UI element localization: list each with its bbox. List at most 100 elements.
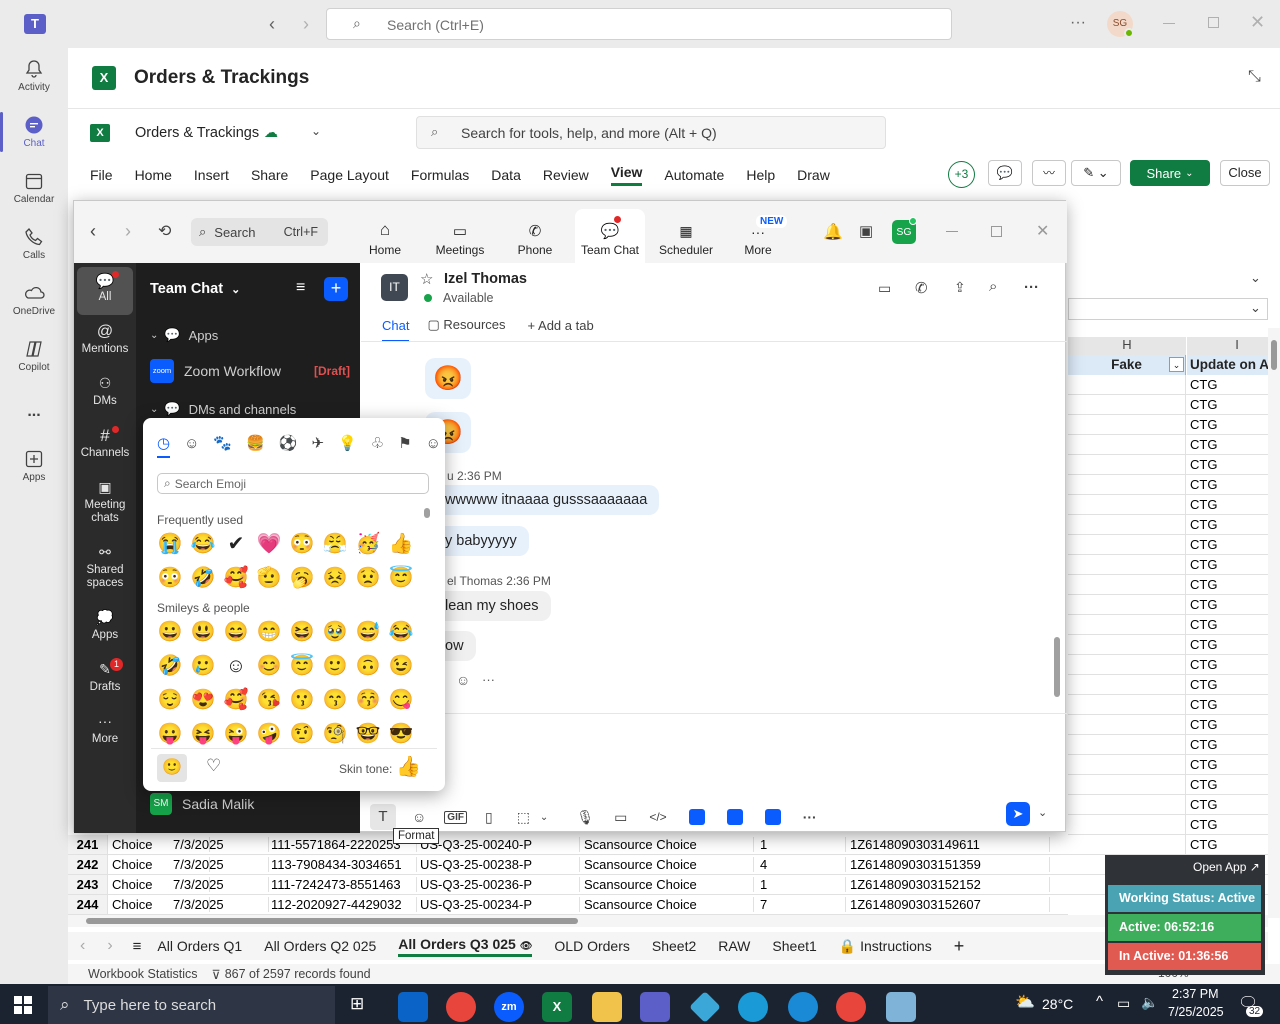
tab-home[interactable]: ⌂ Home [357,209,413,263]
share-screen-icon[interactable]: ⇪ [954,279,966,296]
emoji-item[interactable]: ✔ [223,531,249,557]
table-cell[interactable]: CTG [1068,375,1268,395]
rail-activity[interactable]: Activity [0,48,68,104]
teams-search-box[interactable]: ⌕ Search (Ctrl+E) [326,8,952,40]
emoji-item[interactable]: 😳 [289,531,315,557]
emoji-item[interactable]: 😣 [322,565,348,591]
star-icon[interactable]: ☆ [420,270,433,288]
close-button[interactable]: Close [1220,160,1270,186]
app-icon[interactable] [738,992,768,1022]
tab-scheduler[interactable]: ▦ Scheduler [653,209,719,263]
table-cell[interactable]: CTG [1068,655,1268,675]
emoji-item[interactable]: 🙂 [322,653,348,679]
sheet-tab-active[interactable]: All Orders Q3 025 👁 [398,936,533,957]
travel-category-icon[interactable]: ✈ [311,434,324,458]
table-row[interactable]: 244 Choice 7/3/2025 112-2020927-4429032 US-Q… [68,895,1068,915]
back-icon[interactable]: ‹ [90,221,96,242]
clock-date[interactable]: 7/25/2025 [1168,1005,1224,1019]
rail-calendar[interactable]: Calendar [0,160,68,216]
symbols-category-icon[interactable]: ♧ [371,434,384,458]
list-item[interactable]: zoom Zoom Workflow [Draft] [150,359,350,383]
screenshot-icon[interactable]: ⬚ [517,809,530,826]
video-message-icon[interactable]: ▭ [614,809,627,826]
emoji-item[interactable]: 😋 [388,687,414,713]
emoji-item[interactable]: 😭 [157,531,183,557]
sport-category-icon[interactable]: ⚽ [279,434,298,458]
table-cell[interactable]: 7 [760,897,846,912]
row-number[interactable]: 244 [68,895,108,914]
sheet-tab[interactable]: 🔒 Instructions [839,938,932,955]
forward-icon[interactable]: › [125,221,131,242]
animal-category-icon[interactable]: 🐾 [213,434,232,458]
custom-category-icon[interactable]: ☺ [426,435,441,458]
table-cell[interactable]: CTG [1068,455,1268,475]
tab-add[interactable]: + Add a tab [528,318,594,342]
file-name[interactable]: Orders & Trackings [135,125,259,141]
docs-icon[interactable] [688,809,705,825]
menu-home[interactable]: Home [135,167,172,183]
chat-name[interactable]: Izel Thomas [444,271,527,287]
table-cell[interactable]: CTG [1068,735,1268,755]
list-item[interactable]: SM Sadia Malik [150,793,254,815]
weather-temp[interactable]: 28°C [1042,996,1073,1012]
menu-page-layout[interactable]: Page Layout [310,167,389,183]
table-cell[interactable]: CTG [1068,575,1268,595]
emoji-item[interactable]: 😁 [256,619,282,645]
gif-icon[interactable]: GIF [444,810,467,824]
table-cell[interactable]: 1Z6148090303151359 [850,857,1050,872]
catch-up-button[interactable]: 〰 [1032,160,1066,186]
table-cell[interactable]: 112-2020927-4429032 [271,897,417,912]
more-options-icon[interactable]: ··· [1024,279,1039,296]
menu-share[interactable]: Share [251,167,288,183]
tab-meetings[interactable]: ▭ Meetings [430,209,490,263]
open-app-link[interactable]: Open App ↗ [1193,860,1260,874]
table-row[interactable]: 242 Choice 7/3/2025 113-7908434-3034651 US-Q… [68,855,1068,875]
menu-file[interactable]: File [90,167,113,183]
list-title[interactable]: Team Chat ⌄ [150,281,240,297]
table-cell[interactable]: CTG [1068,695,1268,715]
share-button[interactable]: Share ⌄ [1130,160,1210,186]
emoji-item[interactable]: 🥱 [289,565,315,591]
chat-avatar[interactable]: IT [381,274,408,301]
table-cell[interactable]: 1Z6148090303152607 [850,897,1050,912]
rail-onedrive[interactable]: OneDrive [0,272,68,328]
emoji-item[interactable]: 🥳 [355,531,381,557]
heart-icon[interactable]: ♡ [206,756,221,776]
tray-chevron-icon[interactable]: ^ [1096,993,1103,1010]
emoji-item[interactable]: 😉 [388,653,414,679]
table-cell[interactable]: CTG [1068,555,1268,575]
table-cell[interactable]: 7/3/2025 [173,857,269,872]
emoji-item[interactable]: 😇 [289,653,315,679]
edge-icon[interactable] [788,992,818,1022]
flag-category-icon[interactable]: ⚑ [398,434,411,458]
emoji-item[interactable]: 🧐 [322,721,348,745]
tab-resources[interactable]: ▢ Resources [427,317,505,342]
messages-scrollbar[interactable] [1054,637,1060,697]
table-cell[interactable]: CTG [1068,715,1268,735]
video-call-icon[interactable]: ▭ [878,280,891,297]
microphone-icon[interactable]: 🎙 [576,809,594,826]
skin-tone-thumbs-icon[interactable]: 👍 [396,754,421,779]
new-chat-button[interactable]: + [324,277,348,301]
emoji-item[interactable]: 😙 [322,687,348,713]
calendar-add-icon[interactable]: ▣ [859,222,873,240]
notes-icon[interactable] [764,809,781,825]
emoji-icon[interactable]: ☺ [412,809,426,825]
outlook-icon[interactable] [398,992,428,1022]
row-number[interactable]: 242 [68,855,108,874]
table-cell[interactable]: CTG [1068,435,1268,455]
row-number[interactable]: 243 [68,875,108,894]
maximize-icon[interactable] [991,226,1002,237]
presence-count[interactable]: +3 [948,161,975,188]
emoji-item[interactable]: 😟 [355,565,381,591]
emoji-item[interactable]: 😤 [322,531,348,557]
menu-automate[interactable]: Automate [664,167,724,183]
emoji-item[interactable]: 😳 [157,565,183,591]
excel-search-box[interactable]: ⌕ Search for tools, help, and more (Alt … [416,116,886,149]
menu-help[interactable]: Help [746,167,775,183]
tab-phone[interactable]: ✆ Phone [508,209,562,263]
emoji-search-input[interactable]: ⌕ Search Emoji [157,473,429,494]
nav-channels[interactable]: # Channels [74,427,136,460]
rail-more[interactable]: ... [0,384,68,440]
maximize-icon[interactable] [1208,17,1219,28]
